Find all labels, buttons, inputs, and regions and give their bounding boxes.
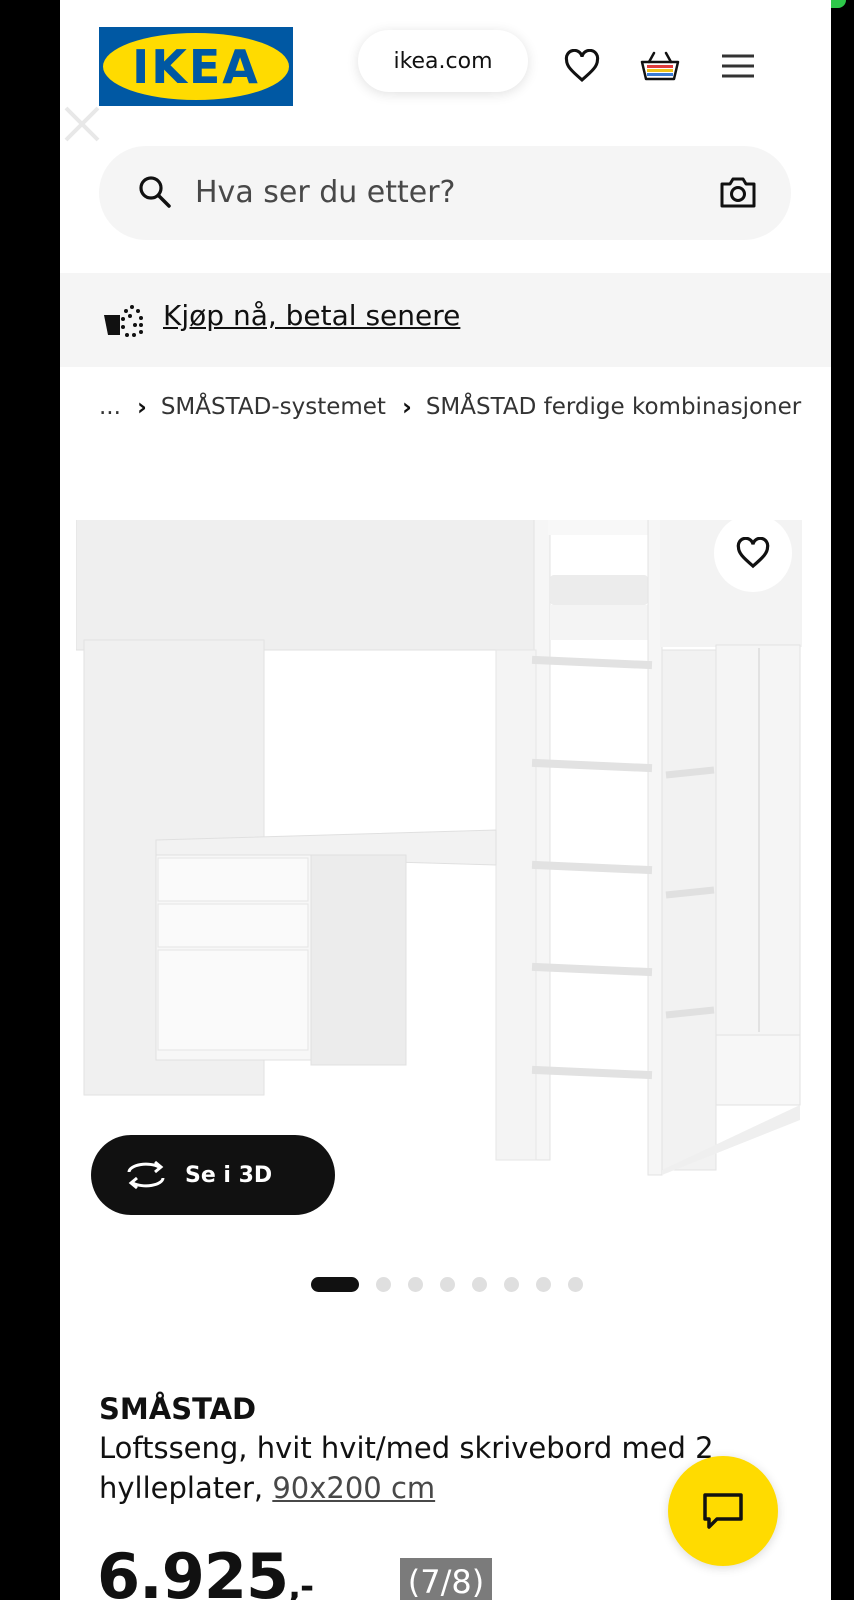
view-in-3d-label: Se i 3D [185, 1162, 273, 1188]
close-icon [64, 106, 100, 142]
favorites-button[interactable] [560, 44, 604, 88]
product-price: 6.925,- [97, 1540, 314, 1600]
add-to-favorites-button[interactable] [714, 514, 792, 592]
carousel-dot[interactable] [504, 1276, 519, 1292]
close-button[interactable] [62, 104, 102, 144]
product-name: SMÅSTAD [99, 1392, 257, 1426]
carousel-dot[interactable] [408, 1276, 423, 1292]
view-in-3d-button[interactable]: Se i 3D [91, 1135, 335, 1215]
chevron-right-icon: › [401, 393, 412, 421]
price-suffix: ,- [288, 1567, 314, 1600]
carousel-dot[interactable] [568, 1276, 583, 1292]
breadcrumb-item[interactable]: SMÅSTAD-systemet [161, 394, 386, 420]
breadcrumb-ellipsis[interactable]: ... [99, 394, 121, 420]
site-header: IKEA ikea.com [60, 0, 831, 142]
image-counter: (7/8) [400, 1558, 492, 1600]
rotate-3d-icon [125, 1158, 167, 1192]
page: IKEA ikea.com Hva ser du etter? Kjøp nå,… [60, 0, 831, 1600]
menu-icon [722, 54, 754, 78]
payment-promo-banner: Kjøp nå, betal senere [60, 273, 831, 367]
loft-bed-illustration [75, 514, 802, 1176]
url-text: ikea.com [393, 48, 493, 74]
browser-url-bar[interactable]: ikea.com [358, 30, 528, 92]
chevron-right-icon: › [136, 393, 147, 421]
carousel-dot[interactable] [440, 1276, 455, 1292]
carousel-dot[interactable] [311, 1276, 359, 1292]
cart-button[interactable] [638, 44, 682, 88]
search-icon [137, 174, 173, 214]
search-input[interactable]: Hva ser du etter? [99, 146, 791, 240]
carousel-dot[interactable] [536, 1276, 551, 1292]
product-image[interactable] [75, 514, 812, 1240]
payment-icon [102, 301, 144, 341]
heart-icon [736, 537, 770, 569]
breadcrumb-item[interactable]: SMÅSTAD ferdige kombinasjoner [426, 394, 801, 420]
menu-button[interactable] [716, 44, 760, 88]
chat-icon [703, 1493, 743, 1529]
basket-icon [640, 51, 680, 81]
product-size-link[interactable]: 90x200 cm [272, 1471, 435, 1505]
carousel-dot[interactable] [472, 1276, 487, 1292]
breadcrumb: ... › SMÅSTAD-systemet › SMÅSTAD ferdige… [99, 392, 801, 422]
heart-icon [564, 49, 600, 82]
promo-link[interactable]: Kjøp nå, betal senere [163, 273, 460, 359]
price-value: 6.925 [97, 1540, 289, 1600]
image-carousel-indicator[interactable] [311, 1276, 600, 1292]
ikea-logo[interactable]: IKEA [99, 27, 293, 106]
product-description: Loftsseng, hvit hvit/med skrivebord med … [99, 1428, 739, 1508]
search-placeholder: Hva ser du etter? [195, 175, 456, 210]
chat-button[interactable] [668, 1456, 778, 1566]
logo-text: IKEA [132, 39, 260, 94]
camera-icon[interactable] [719, 174, 757, 214]
carousel-dot[interactable] [376, 1276, 391, 1292]
